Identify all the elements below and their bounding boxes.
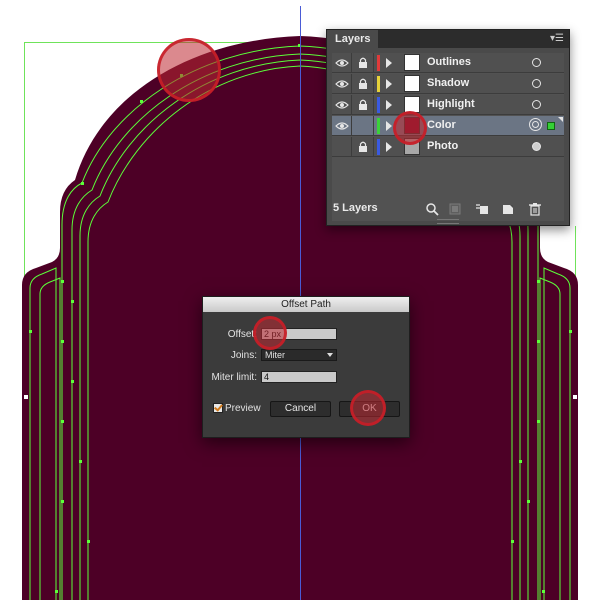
eye-icon [335, 59, 349, 67]
lock-icon [359, 57, 367, 68]
highlight-circle-offset [253, 316, 287, 350]
layer-color-swatch [377, 76, 380, 92]
lock-toggle[interactable] [352, 95, 374, 115]
layer-row-shadow[interactable]: Shadow [332, 74, 564, 94]
new-layer-icon[interactable] [501, 202, 515, 216]
make-clipping-mask-icon[interactable] [448, 202, 462, 216]
layer-name[interactable]: Highlight [427, 98, 475, 110]
layers-panel-footer: 5 Layers [327, 195, 569, 225]
cancel-button[interactable]: Cancel [270, 401, 331, 417]
expand-arrow-icon[interactable] [386, 58, 392, 68]
layer-color-swatch [377, 139, 380, 155]
layer-color-swatch [377, 55, 380, 71]
layer-name[interactable]: Color [427, 119, 456, 131]
eye-icon [335, 101, 349, 109]
visibility-toggle[interactable] [332, 137, 352, 157]
target-icon[interactable] [529, 118, 542, 131]
current-layer-indicator-icon [558, 117, 563, 122]
layers-tab[interactable]: Layers [327, 30, 379, 48]
visibility-toggle[interactable] [332, 74, 352, 94]
lock-icon [359, 78, 367, 89]
lock-icon [359, 141, 367, 152]
lock-toggle[interactable] [352, 116, 374, 136]
expand-arrow-icon[interactable] [386, 121, 392, 131]
target-icon[interactable] [532, 142, 541, 151]
joins-value: Miter [265, 350, 285, 360]
layer-name[interactable]: Photo [427, 140, 458, 152]
layer-row-color[interactable]: Color [332, 116, 564, 136]
lock-toggle[interactable] [352, 137, 374, 157]
highlight-circle-color-layer [393, 111, 427, 145]
visibility-toggle[interactable] [332, 116, 352, 136]
preview-checkbox[interactable] [213, 403, 223, 413]
miter-limit-label: Miter limit: [211, 372, 257, 383]
eye-icon [335, 80, 349, 88]
expand-arrow-icon[interactable] [386, 100, 392, 110]
layer-thumbnail [404, 75, 420, 92]
layers-panel: Layers ▾☰ Outlines Shadow Highlight Color Ph… [326, 29, 570, 226]
layer-row-outlines[interactable]: Outlines [332, 53, 564, 73]
layer-thumbnail [404, 54, 420, 71]
joins-select[interactable]: Miter [261, 349, 337, 361]
highlight-circle-ok [350, 390, 386, 426]
lock-toggle[interactable] [352, 74, 374, 94]
panel-resize-grip[interactable] [437, 219, 459, 224]
eye-icon [335, 122, 349, 130]
dialog-title: Offset Path [203, 297, 409, 312]
layer-name[interactable]: Outlines [427, 56, 471, 68]
expand-arrow-icon[interactable] [386, 79, 392, 89]
layer-row-highlight[interactable]: Highlight [332, 95, 564, 115]
miter-limit-field[interactable]: 4 [261, 371, 337, 383]
selection-indicator-icon[interactable] [547, 122, 555, 130]
lock-icon [359, 99, 367, 110]
layer-row-photo[interactable]: Photo [332, 137, 564, 157]
lock-toggle[interactable] [352, 53, 374, 73]
target-icon[interactable] [532, 79, 541, 88]
expand-arrow-icon[interactable] [386, 142, 392, 152]
chevron-down-icon [327, 353, 333, 357]
offset-label: Offset: [227, 329, 257, 340]
panel-menu-icon[interactable]: ▾☰ [550, 33, 564, 45]
layer-color-swatch [377, 97, 380, 113]
target-icon[interactable] [532, 100, 541, 109]
visibility-toggle[interactable] [332, 53, 352, 73]
highlight-circle-path [157, 38, 221, 102]
layer-count-label: 5 Layers [333, 202, 378, 214]
layer-name[interactable]: Shadow [427, 77, 469, 89]
joins-label: Joins: [230, 350, 257, 361]
delete-icon[interactable] [528, 202, 542, 216]
new-sublayer-icon[interactable] [475, 202, 489, 216]
visibility-toggle[interactable] [332, 95, 352, 115]
layer-color-swatch [377, 118, 380, 134]
target-icon[interactable] [532, 58, 541, 67]
layers-panel-tabbar: Layers ▾☰ [327, 30, 569, 48]
locate-object-icon[interactable] [425, 202, 439, 216]
